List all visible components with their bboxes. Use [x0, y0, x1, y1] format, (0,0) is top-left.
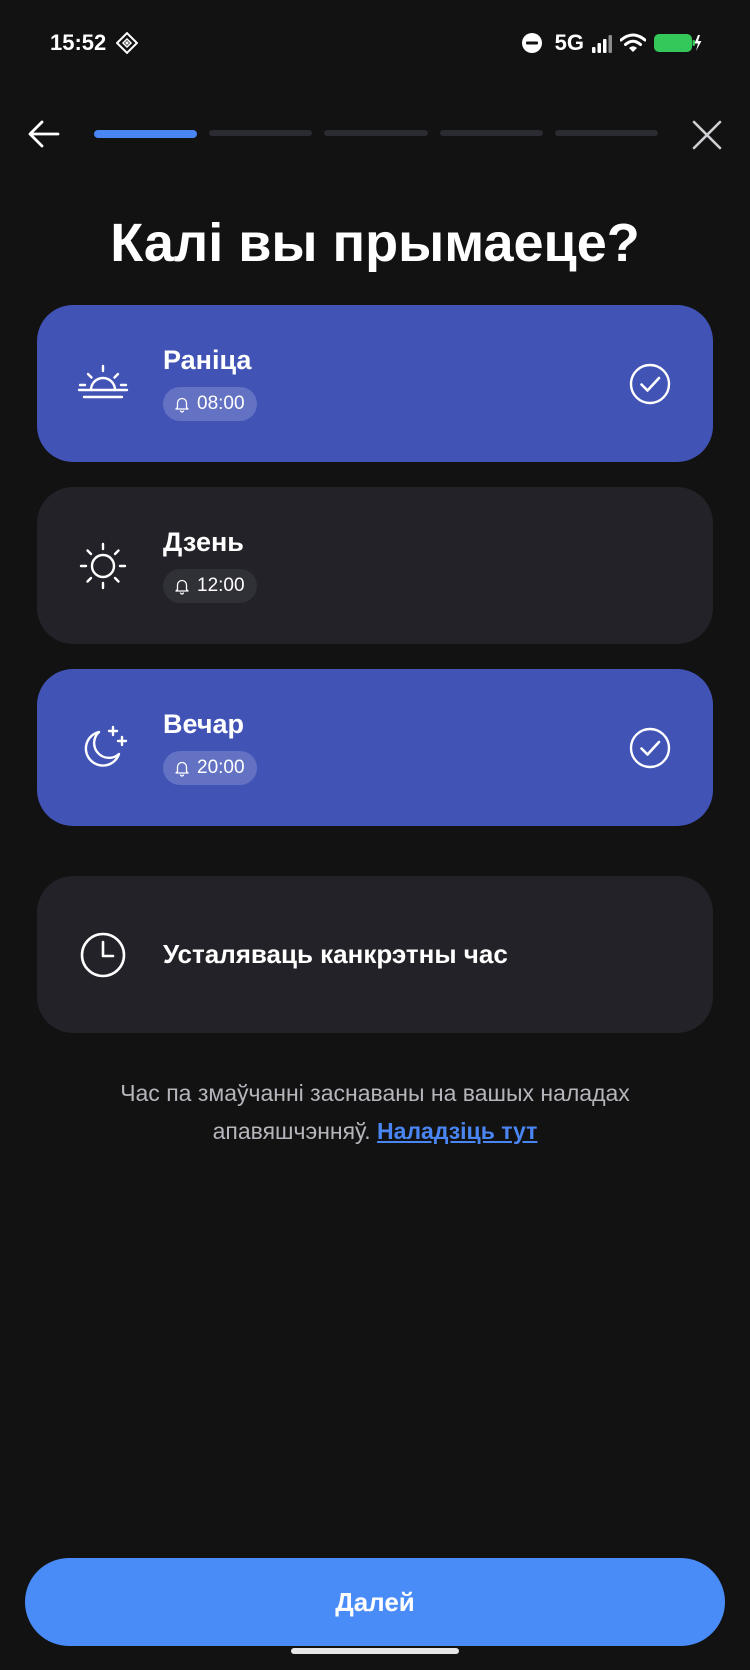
- option-label: Дзень: [163, 527, 244, 557]
- back-button[interactable]: [26, 116, 62, 152]
- note-text: Час па змаўчанні заснаваны на вашых нала…: [120, 1080, 630, 1144]
- progress-step-3: [324, 130, 428, 136]
- progress-step-4: [439, 130, 543, 136]
- sunrise-icon: [77, 364, 129, 398]
- next-button[interactable]: Далей: [25, 1558, 725, 1646]
- reminder-badge: 08:00: [163, 387, 257, 421]
- reminder-time: 20:00: [197, 757, 245, 778]
- check-circle-icon: [629, 363, 671, 404]
- progress-step-1: [94, 130, 198, 138]
- reminder-badge: 20:00: [163, 751, 257, 785]
- moon-stars-icon: [84, 725, 128, 767]
- default-time-note: Час па змаўчанні заснаваны на вашых нала…: [60, 1074, 690, 1150]
- sun-icon: [79, 542, 127, 589]
- settings-link[interactable]: Наладзіць тут: [377, 1118, 537, 1144]
- progress-step-2: [209, 130, 313, 136]
- battery-charging-icon: [654, 34, 702, 52]
- home-indicator: [291, 1648, 459, 1654]
- progress-bar: [94, 130, 659, 138]
- option-card-evening[interactable]: Вечар 20:00: [37, 669, 713, 826]
- option-label: Раніца: [163, 345, 252, 375]
- status-bar: 15:52 5G: [0, 0, 750, 88]
- progress-step-5: [554, 130, 659, 136]
- page-title: Калі вы прымаеце?: [110, 213, 640, 273]
- close-button[interactable]: [690, 118, 724, 152]
- status-time: 15:52: [50, 30, 107, 55]
- set-custom-time-card[interactable]: Усталяваць канкрэтны час: [37, 876, 713, 1033]
- option-card-morning[interactable]: Раніца 08:00: [37, 305, 713, 462]
- signal-icon: [592, 35, 612, 53]
- option-label: Вечар: [163, 709, 245, 739]
- network-type: 5G: [554, 30, 584, 55]
- custom-time-label: Усталяваць канкрэтны час: [163, 939, 508, 969]
- bell-icon: [175, 579, 189, 595]
- do-not-disturb-icon: [521, 33, 542, 53]
- check-circle-icon: [629, 727, 671, 768]
- status-icons: 5G: [521, 28, 702, 58]
- reminder-badge: 12:00: [163, 569, 257, 603]
- clock-icon: [80, 932, 126, 977]
- wifi-icon: [620, 33, 646, 52]
- option-card-day[interactable]: Дзень 12:00: [37, 487, 713, 644]
- app-notification-icon: [116, 32, 138, 54]
- reminder-time: 12:00: [197, 575, 245, 596]
- reminder-time: 08:00: [197, 393, 245, 414]
- bell-icon: [175, 761, 189, 777]
- bell-icon: [175, 397, 189, 413]
